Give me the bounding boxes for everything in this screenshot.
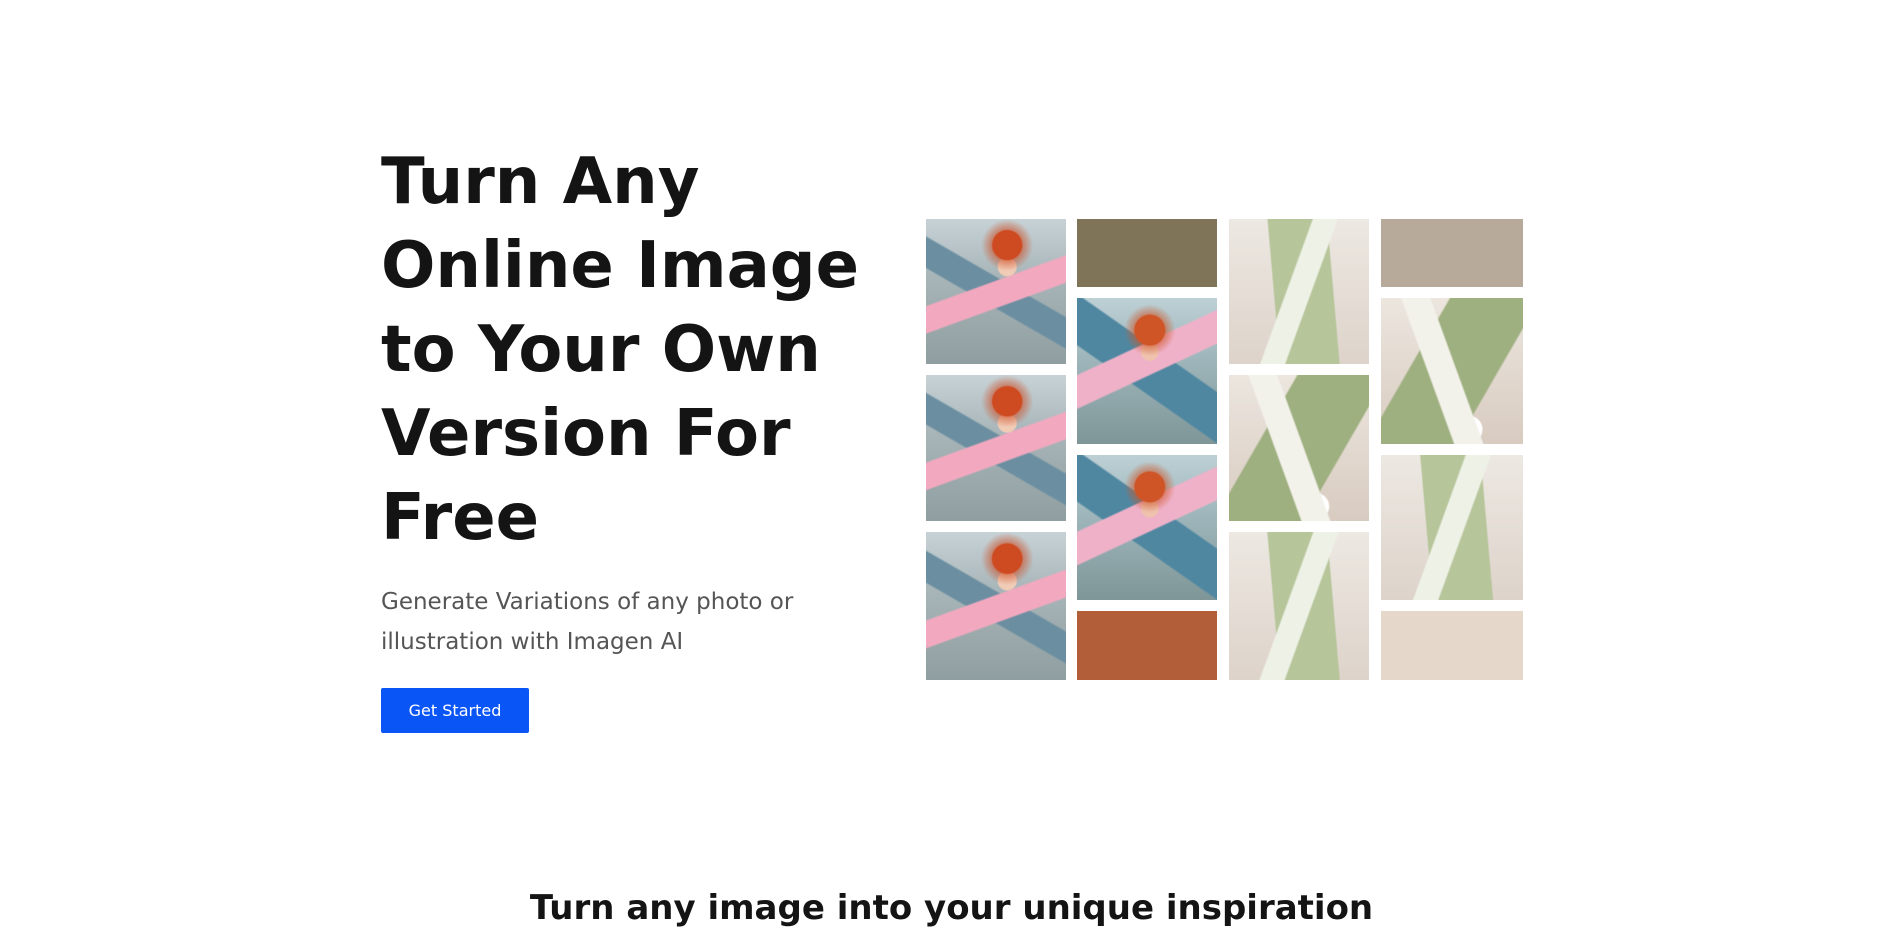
woman-portrait-image	[926, 219, 1066, 364]
hero-section: Turn Any Online Image to Your Own Versio…	[381, 140, 881, 733]
green-top-image	[1229, 375, 1369, 521]
hero-subtitle: Generate Variations of any photo or illu…	[381, 589, 794, 655]
image-gallery	[926, 219, 1523, 680]
rust-swatch	[1077, 611, 1217, 680]
green-white-top-image	[1229, 219, 1369, 364]
woman-portrait-image	[1077, 298, 1217, 444]
cream-swatch	[1381, 611, 1523, 680]
section-heading: Turn any image into your unique inspirat…	[529, 888, 1374, 928]
green-white-top-image	[1381, 455, 1523, 600]
woman-portrait-image	[926, 375, 1066, 521]
woman-portrait-image	[926, 532, 1066, 680]
beige-swatch	[1381, 219, 1523, 287]
olive-swatch	[1077, 219, 1217, 287]
woman-portrait-image	[1077, 455, 1217, 600]
get-started-button[interactable]: Get Started	[381, 688, 529, 733]
green-white-top-image	[1229, 532, 1369, 680]
hero-title: Turn Any Online Image to Your Own Versio…	[381, 145, 859, 555]
green-top-image	[1381, 298, 1523, 444]
